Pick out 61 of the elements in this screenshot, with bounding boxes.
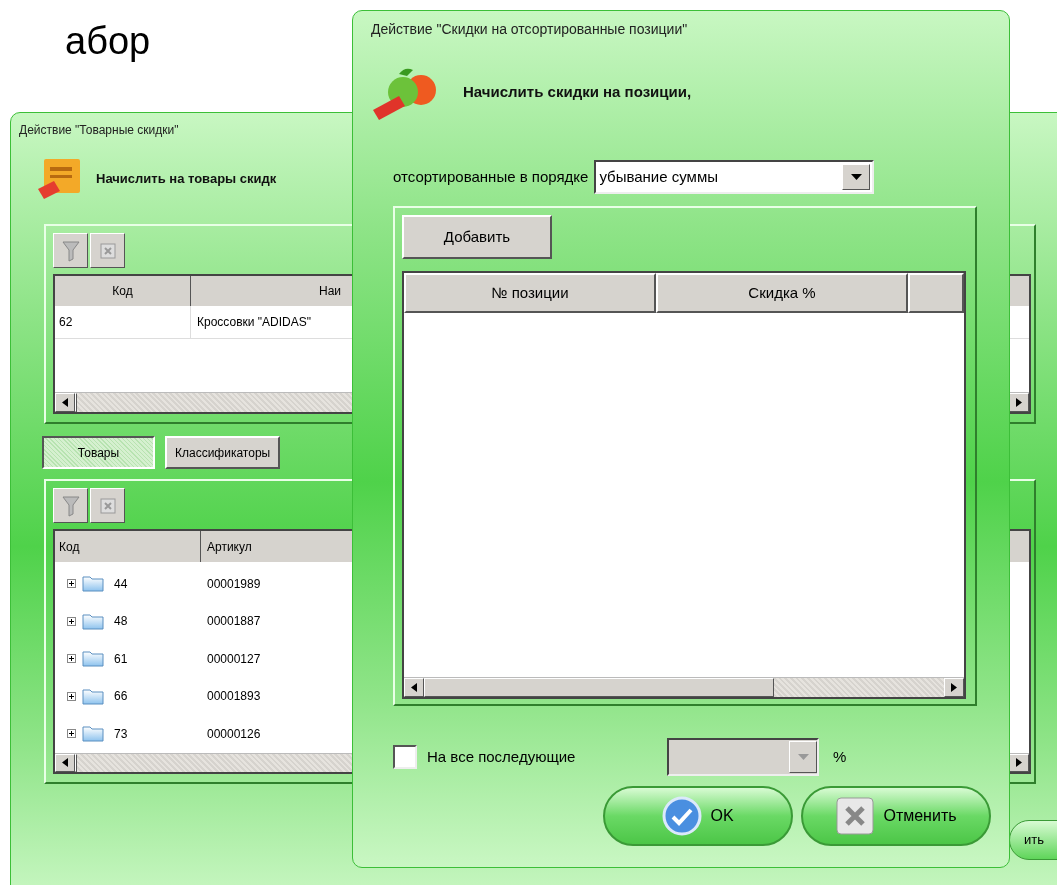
column-header[interactable]: Код: [55, 276, 191, 306]
column-header[interactable]: Код: [55, 531, 201, 563]
right-arrow-icon: [1016, 398, 1022, 407]
close-icon: [99, 242, 116, 259]
column-header[interactable]: № позиции: [404, 273, 656, 313]
cancel-button[interactable]: Отменить: [801, 786, 991, 846]
plus-icon[interactable]: [67, 654, 76, 664]
dialog-heading: Начислить скидки на позиции,: [463, 81, 692, 102]
clear-filter-button[interactable]: [90, 233, 125, 268]
left-arrow-icon: [62, 758, 68, 768]
right-arrow-icon: [951, 683, 957, 692]
table-cell-text: 00001893: [206, 688, 261, 706]
plus-icon[interactable]: [67, 616, 76, 626]
left-arrow-icon: [62, 398, 68, 407]
tree-item-code[interactable]: 44: [114, 574, 128, 593]
plus-icon[interactable]: [67, 729, 76, 739]
funnel-icon: [61, 239, 80, 262]
tab[interactable]: Классификаторы: [165, 436, 281, 469]
column-header[interactable]: Скидка %: [656, 273, 908, 313]
plus-icon[interactable]: [67, 579, 76, 589]
filter-button[interactable]: [53, 233, 88, 268]
sort-dropdown[interactable]: убывание суммы: [594, 160, 875, 194]
horizontal-scrollbar[interactable]: [404, 677, 964, 697]
percent-unit: %: [833, 746, 847, 767]
tree-item-code[interactable]: 48: [114, 612, 128, 631]
dropdown-arrow-icon: [850, 174, 862, 180]
table-cell-text: 00000127: [206, 650, 261, 668]
window-title: Действие "Товарные скидки": [19, 122, 180, 139]
folder-icon: [82, 575, 104, 593]
check-circle-icon: [662, 796, 703, 836]
dialog-heading: Начислить на товары скидк: [96, 169, 277, 188]
close-icon: [99, 497, 116, 514]
tree-item-code[interactable]: 61: [114, 649, 128, 668]
table-cell-text: 00000126: [206, 725, 261, 743]
tab[interactable]: Товары: [42, 436, 155, 469]
folder-icon: [82, 612, 104, 630]
checkbox-label: На все последующие: [427, 746, 577, 767]
plus-icon[interactable]: [67, 691, 76, 701]
tree-item-code[interactable]: 73: [114, 724, 128, 743]
ok-button[interactable]: OK: [603, 786, 793, 846]
right-arrow-icon: [1016, 758, 1022, 768]
folder-icon: [82, 650, 104, 668]
add-button[interactable]: Добавить: [402, 215, 552, 259]
cancel-button[interactable]: ить: [1009, 820, 1057, 860]
table-cell-text: 00001989: [206, 575, 261, 593]
sort-label: отсортированные в порядке: [393, 166, 589, 187]
funnel-icon: [61, 494, 80, 517]
clear-filter-button[interactable]: [90, 488, 125, 523]
folder-icon: [82, 725, 104, 743]
table-cell-text: 00001887: [206, 613, 261, 631]
table-cell-text: Кроссовки "ADIDAS": [196, 314, 311, 331]
slide-heading: абор: [65, 22, 151, 60]
window-title: Действие "Скидки на отсортированные позиции": [371, 20, 689, 39]
dropdown-arrow-icon: [797, 754, 809, 760]
close-icon: [835, 796, 876, 836]
left-arrow-icon: [411, 683, 417, 692]
column-header[interactable]: [908, 273, 964, 313]
table-cell: 62: [55, 306, 191, 338]
filter-button[interactable]: [53, 488, 88, 523]
tree-item-code[interactable]: 66: [114, 687, 128, 706]
folder-icon: [82, 687, 104, 705]
